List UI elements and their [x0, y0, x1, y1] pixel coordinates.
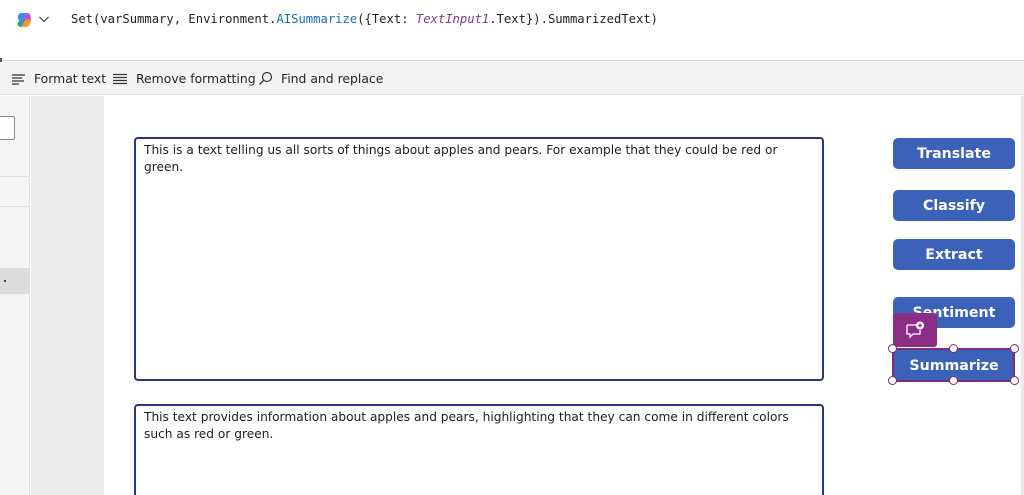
resize-handle[interactable]	[888, 344, 897, 353]
classify-button-label: Classify	[922, 197, 986, 214]
find-replace-button[interactable]: Find and replace	[258, 62, 383, 95]
extract-button[interactable]: Extract	[893, 239, 1015, 270]
summarize-button-label: Summarize	[909, 357, 999, 374]
formula-part: Set(varSummary, Environment.	[71, 12, 277, 26]
divider	[0, 206, 30, 207]
resize-handle[interactable]	[949, 344, 958, 353]
formula-part: .Text}).SummarizedText)	[489, 12, 659, 26]
formula-input[interactable]: Set(varSummary, Environment.AISummarize(…	[71, 11, 658, 27]
format-text-icon	[12, 73, 25, 85]
remove-formatting-button[interactable]: Remove formatting	[112, 62, 256, 95]
find-replace-label: Find and replace	[281, 71, 384, 86]
tree-item-dot	[4, 280, 6, 282]
tree-view-panel	[0, 96, 30, 495]
extract-button-label: Extract	[925, 246, 983, 263]
resize-handle[interactable]	[1010, 344, 1019, 353]
formula-part: ({Text:	[357, 12, 416, 26]
comment-add-icon	[906, 321, 924, 339]
resize-handle[interactable]	[1010, 376, 1019, 385]
tree-search-input[interactable]	[0, 116, 15, 140]
resize-handle[interactable]	[949, 376, 958, 385]
copilot-icon[interactable]	[15, 11, 33, 29]
translate-button[interactable]: Translate	[893, 138, 1015, 169]
remove-formatting-label: Remove formatting	[136, 71, 256, 86]
add-comment-button[interactable]	[893, 313, 937, 347]
power-apps-studio: Set(varSummary, Environment.AISummarize(…	[0, 0, 1024, 495]
format-text-label: Format text	[34, 71, 107, 86]
formula-control-reference: TextInput1	[415, 12, 490, 26]
chevron-down-icon[interactable]	[38, 14, 50, 24]
summary-text-box[interactable]: This text provides information about app…	[134, 404, 824, 495]
input-text-value: This is a text telling us all sorts of t…	[144, 143, 778, 174]
search-icon	[259, 71, 273, 85]
summary-text-value: This text provides information about app…	[144, 410, 789, 441]
text-input-1[interactable]: This is a text telling us all sorts of t…	[134, 137, 824, 381]
formula-function-name: AISummarize	[276, 12, 358, 26]
remove-formatting-icon	[113, 73, 127, 84]
formula-bar: Set(varSummary, Environment.AISummarize(…	[0, 0, 1024, 64]
divider	[0, 176, 30, 177]
format-text-button[interactable]: Format text	[11, 62, 106, 95]
classify-button[interactable]: Classify	[893, 190, 1015, 221]
translate-button-label: Translate	[916, 145, 992, 162]
canvas-gutter	[31, 96, 104, 495]
resize-handle[interactable]	[888, 376, 897, 385]
formula-toolbar: Format text Remove formatting Find and r…	[0, 62, 1024, 95]
